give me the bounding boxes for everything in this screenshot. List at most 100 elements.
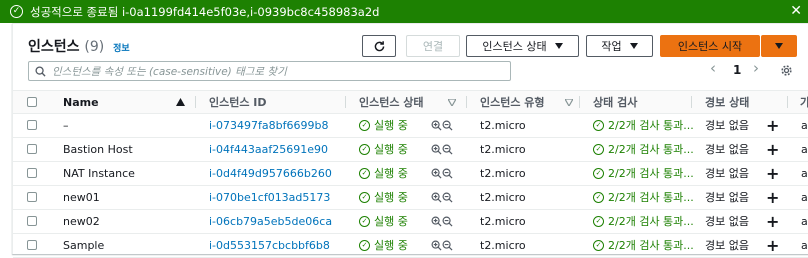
instance-id-link[interactable]: i-0d553157cbcbbf6b8: [209, 233, 330, 257]
gear-icon[interactable]: [780, 64, 793, 77]
zoom-icons[interactable]: [431, 209, 453, 233]
zoom-in-icon[interactable]: [431, 168, 442, 179]
instance-id-link[interactable]: i-070be1cf013ad5173: [209, 185, 330, 209]
add-alarm-icon[interactable]: +: [766, 185, 779, 209]
add-alarm-icon[interactable]: +: [766, 137, 779, 161]
column-divider: [787, 96, 788, 108]
instance-id-link[interactable]: i-073497fa8bf6699b8: [209, 113, 328, 137]
status-check-label: 2/2개 검사 통과...: [608, 143, 694, 156]
add-alarm-icon[interactable]: +: [766, 233, 779, 257]
connect-button[interactable]: 연결: [406, 35, 460, 57]
zoom-in-icon[interactable]: [431, 192, 442, 203]
row-checkbox[interactable]: [27, 240, 37, 250]
zoom-out-icon[interactable]: [442, 240, 453, 251]
actions-button[interactable]: 작업: [586, 35, 653, 57]
chevron-down-icon: [629, 43, 638, 49]
zoom-out-icon[interactable]: [442, 120, 453, 131]
zoom-out-icon[interactable]: [442, 168, 453, 179]
add-alarm-icon[interactable]: +: [766, 209, 779, 233]
page-number[interactable]: 1: [733, 63, 741, 77]
instance-state-label: 인스턴스 상태: [482, 40, 547, 53]
chevron-down-icon: [554, 43, 563, 49]
table-row[interactable]: new01 i-070be1cf013ad5173 ✓ 실행 중 t2.micro…: [13, 185, 808, 210]
extra-cell: a: [801, 118, 808, 132]
column-name[interactable]: Name: [63, 91, 99, 113]
state-label: 실행 중: [374, 167, 408, 180]
extra-cell: a: [801, 238, 808, 252]
column-instance-type[interactable]: 인스턴스 유형: [480, 91, 545, 113]
status-check: ✓ 2/2개 검사 통과...: [593, 113, 694, 137]
sort-icon[interactable]: [448, 99, 456, 106]
row-checkbox[interactable]: [27, 192, 37, 202]
status-ok-icon: ✓: [593, 215, 604, 227]
table-row[interactable]: new02 i-06cb79a5eb5de06ca ✓ 실행 중 t2.micro…: [13, 209, 808, 234]
table-row[interactable]: Sample i-0d553157cbcbbf6b8 ✓ 실행 중 t2.micr…: [13, 233, 808, 258]
info-link[interactable]: 정보: [113, 44, 130, 54]
running-check-icon: ✓: [359, 143, 370, 155]
instance-type: t2.micro: [480, 118, 526, 132]
row-checkbox[interactable]: [27, 144, 37, 154]
row-checkbox[interactable]: [27, 120, 37, 130]
zoom-icons[interactable]: [431, 137, 453, 161]
instance-name: Sample: [63, 238, 105, 252]
column-instance-id[interactable]: 인스턴스 ID: [209, 91, 267, 113]
zoom-out-icon[interactable]: [442, 144, 453, 155]
search-input[interactable]: 인스턴스를 속성 또는 (case-sensitive) 태그로 찾기: [28, 61, 511, 81]
table-row[interactable]: NAT Instance i-0d4f49d957666b260 ✓ 실행 중 t…: [13, 161, 808, 186]
search-placeholder: 인스턴스를 속성 또는 (case-sensitive) 태그로 찾기: [52, 65, 287, 78]
table-row[interactable]: – i-073497fa8bf6699b8 ✓ 실행 중 t2.micro ✓ 2/…: [13, 113, 808, 138]
zoom-icons[interactable]: [431, 185, 453, 209]
instance-state-button[interactable]: 인스턴스 상태: [466, 35, 579, 57]
search-icon: [35, 65, 46, 77]
instance-type: t2.micro: [480, 238, 526, 252]
instance-type: t2.micro: [480, 190, 526, 204]
add-alarm-icon[interactable]: +: [766, 113, 779, 137]
next-page-icon[interactable]: ›: [753, 59, 759, 77]
actions-label: 작업: [601, 40, 622, 53]
refresh-icon: [374, 40, 384, 51]
sort-ascending-icon[interactable]: [176, 98, 185, 106]
refresh-button[interactable]: [362, 35, 396, 57]
zoom-out-icon[interactable]: [442, 216, 453, 227]
column-divider: [345, 96, 346, 108]
zoom-icons[interactable]: [431, 113, 453, 137]
row-checkbox[interactable]: [27, 216, 37, 226]
column-alarm-status[interactable]: 경보 상태: [705, 91, 749, 113]
instance-id-link[interactable]: i-0d4f49d957666b260: [209, 161, 332, 185]
running-check-icon: ✓: [359, 119, 370, 131]
column-extra[interactable]: 가: [800, 91, 808, 113]
prev-page-icon[interactable]: ‹: [710, 59, 716, 77]
status-check: ✓ 2/2개 검사 통과...: [593, 233, 694, 257]
status-check-label: 2/2개 검사 통과...: [608, 167, 694, 180]
add-alarm-icon[interactable]: +: [766, 161, 779, 185]
zoom-in-icon[interactable]: [431, 120, 442, 131]
instance-id-link[interactable]: i-06cb79a5eb5de06ca: [209, 209, 332, 233]
status-check-label: 2/2개 검사 통과...: [608, 191, 694, 204]
instances-panel: 인스턴스 (9) 정보 연결 인스턴스 상태 작업 인스턴스 시작 인스턴스를 …: [12, 23, 808, 258]
zoom-in-icon[interactable]: [431, 144, 442, 155]
sort-icon[interactable]: [565, 99, 573, 106]
zoom-icons[interactable]: [431, 161, 453, 185]
launch-instance-button[interactable]: 인스턴스 시작: [660, 35, 760, 57]
close-icon[interactable]: ✕: [790, 3, 802, 19]
table-row[interactable]: Bastion Host i-04f443aaf25691e90 ✓ 실행 중 t…: [13, 137, 808, 162]
column-instance-state[interactable]: 인스턴스 상태: [359, 91, 424, 113]
state-label: 실행 중: [374, 119, 408, 132]
zoom-icons[interactable]: [431, 233, 453, 257]
zoom-in-icon[interactable]: [431, 216, 442, 227]
success-icon: ✓: [10, 5, 23, 18]
chevron-down-icon: [775, 43, 783, 49]
instance-type: t2.micro: [480, 166, 526, 180]
row-checkbox[interactable]: [27, 168, 37, 178]
zoom-in-icon[interactable]: [431, 240, 442, 251]
running-check-icon: ✓: [359, 167, 370, 179]
select-all-checkbox[interactable]: [27, 97, 37, 107]
column-divider: [466, 96, 467, 108]
instance-count: (9): [84, 39, 105, 55]
zoom-out-icon[interactable]: [442, 192, 453, 203]
launch-dropdown-button[interactable]: [761, 35, 797, 57]
column-status-check[interactable]: 상태 검사: [593, 91, 637, 113]
instance-name: Bastion Host: [63, 142, 133, 156]
instance-id-link[interactable]: i-04f443aaf25691e90: [209, 137, 328, 161]
alarm-status: 경보 없음: [705, 215, 749, 228]
